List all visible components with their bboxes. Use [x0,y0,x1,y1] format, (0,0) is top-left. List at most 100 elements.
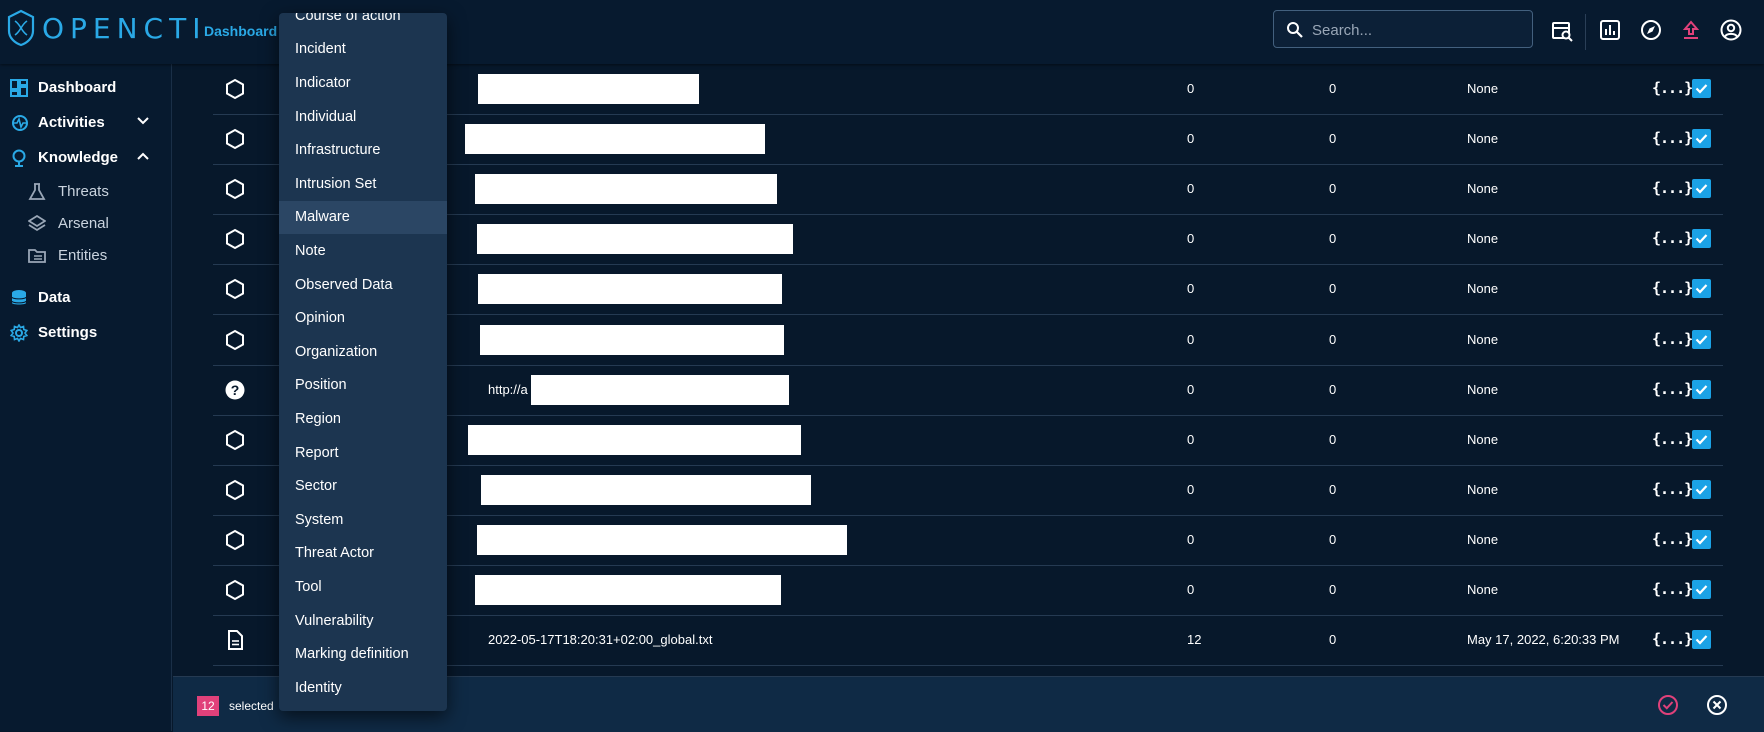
sidebar-item-label: Data [38,288,71,306]
compass-icon[interactable] [1640,19,1662,41]
chevron-down-icon[interactable] [136,116,150,126]
account-icon[interactable] [1720,19,1742,41]
close-circle-icon[interactable] [1706,694,1728,716]
redacted-block [475,575,781,605]
row-checkbox[interactable] [1692,329,1711,349]
dropdown-option[interactable]: Malware [279,200,447,235]
refs-count: 0 [1329,281,1337,297]
refs-count: 0 [1329,81,1337,96]
top-bar: OPENCTI Dashboard [0,0,1764,64]
row-checkbox[interactable] [1692,279,1711,299]
selected-count-badge: 12 [197,696,219,716]
search-input[interactable] [1310,11,1529,49]
objects-count: 0 [1187,531,1195,547]
refs-count: 0 [1329,531,1337,547]
json-icon[interactable]: {...} [1652,580,1693,598]
file-icon [228,630,243,651]
refs-count: 0 [1329,632,1337,648]
dropdown-option[interactable]: Region [279,402,447,436]
json-icon[interactable]: {...} [1652,630,1693,648]
dropdown-option[interactable]: Sector [279,469,447,503]
dropdown-option[interactable]: Marking definition [279,637,447,671]
sidebar-item-threats[interactable]: Threats [0,174,172,208]
dropdown-option[interactable]: Opinion [279,301,447,335]
hexagon-icon [226,128,244,150]
date-value: None [1467,531,1499,547]
objects-count: 0 [1187,81,1195,96]
sidebar-item-data[interactable]: Data [0,280,172,314]
dropdown-option[interactable]: Observed Data [279,268,447,302]
row-checkbox[interactable] [1692,479,1711,499]
date-value: None [1467,131,1499,147]
dropdown-option[interactable]: Vulnerability [279,604,447,638]
row-checkbox[interactable] [1692,580,1711,599]
dropdown-option[interactable]: Organization [279,335,447,369]
check-circle-icon[interactable] [1657,694,1679,716]
json-icon[interactable]: {...} [1652,530,1693,548]
refs-count: 0 [1329,331,1337,347]
row-checkbox[interactable] [1692,79,1711,98]
sidebar-item-arsenal[interactable]: Arsenal [0,206,172,240]
hexagon-icon [226,179,244,200]
refs-count: 0 [1329,582,1337,597]
objects-count: 0 [1187,481,1195,497]
sidebar-item-dashboard[interactable]: Dashboard [0,70,172,104]
dropdown-option[interactable]: Identity [279,671,447,705]
dropdown-option[interactable]: Individual [279,100,447,134]
dropdown-option[interactable]: Threat Actor [279,537,447,571]
row-checkbox[interactable] [1692,229,1711,249]
objects-count: 0 [1187,582,1195,597]
row-checkbox[interactable] [1692,630,1711,650]
json-icon[interactable]: {...} [1652,229,1693,247]
dropdown-option[interactable]: System [279,503,447,537]
knowledge-icon [12,149,26,167]
checkmark-icon [1695,234,1708,244]
checkmark-icon [1695,384,1708,395]
row-checkbox[interactable] [1692,429,1711,449]
refs-count: 0 [1329,481,1337,497]
logo-text: OPENCTI [42,11,207,45]
sidebar-item-activities[interactable]: Activities [0,105,172,139]
dropdown-option[interactable]: Indicator [279,66,447,100]
sidebar-item-label: Knowledge [38,148,119,166]
dropdown-option[interactable]: Tool [279,570,447,604]
dropdown-option[interactable]: Note [279,234,447,268]
sidebar-item-settings[interactable]: Settings [0,315,172,349]
redacted-block [468,424,801,455]
breadcrumb-dashboard[interactable]: Dashboard [204,23,277,39]
json-icon[interactable]: {...} [1652,179,1693,197]
date-value: None [1467,331,1499,347]
json-icon[interactable]: {...} [1652,79,1693,97]
json-icon[interactable]: {...} [1652,330,1693,348]
chevron-up-icon[interactable] [136,151,150,161]
dropdown-option[interactable]: Infrastructure [279,133,447,167]
row-checkbox[interactable] [1692,129,1711,149]
json-icon[interactable]: {...} [1652,480,1693,498]
json-icon[interactable]: {...} [1652,129,1693,147]
sidebar-item-knowledge[interactable]: Knowledge [0,140,172,174]
search-box[interactable] [1273,10,1533,49]
dropdown-option[interactable]: Position [279,369,447,403]
dropdown-option[interactable]: Intrusion Set [279,167,447,201]
dropdown-option[interactable]: Course of action [279,13,447,33]
json-icon[interactable]: {...} [1652,279,1693,297]
chart-bar-icon[interactable] [1599,19,1621,41]
date-value: None [1467,81,1499,96]
redacted-block [465,124,765,155]
layers-icon [28,215,46,232]
json-icon[interactable]: {...} [1652,430,1693,448]
dropdown-option[interactable]: Incident [279,33,447,67]
opencti-logo[interactable]: OPENCTI [6,9,206,47]
activities-icon [12,115,28,131]
date-value: None [1467,281,1499,297]
row-checkbox[interactable] [1692,529,1711,549]
dropdown-option[interactable]: Report [279,436,447,470]
opencti-logo-icon [7,9,35,47]
upload-icon[interactable] [1680,19,1702,41]
calendar-search-icon[interactable] [1550,19,1574,43]
row-checkbox[interactable] [1692,379,1711,399]
json-icon[interactable]: {...} [1652,380,1693,398]
row-checkbox[interactable] [1692,179,1711,199]
folder-icon [28,249,46,263]
sidebar-item-entities[interactable]: Entities [0,238,172,272]
